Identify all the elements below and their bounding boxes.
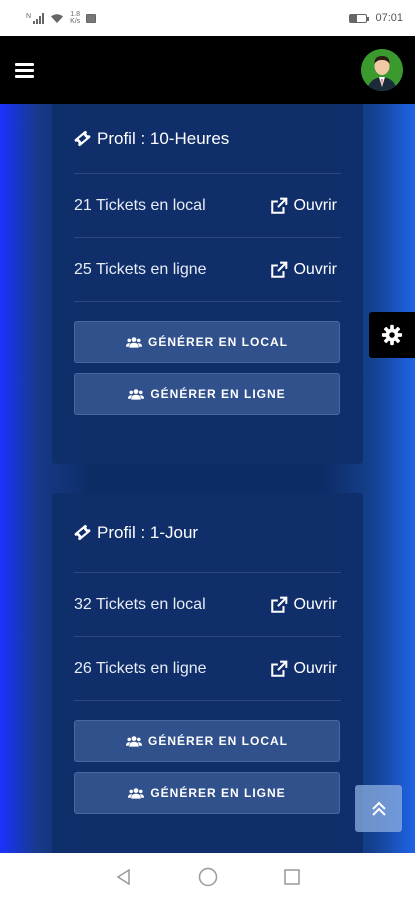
card-title: Profil : 1-Jour	[74, 493, 341, 573]
card-title: Profil : 10-Heures	[74, 104, 341, 174]
open-online-link[interactable]: Ouvrir	[270, 261, 337, 279]
open-local-link[interactable]: Ouvrir	[270, 197, 337, 215]
circle-home-icon[interactable]	[198, 867, 218, 887]
sim-icon	[86, 13, 97, 23]
avatar[interactable]	[361, 49, 403, 91]
users-icon	[128, 788, 145, 799]
status-bar: N 1.8 K/s 07:01	[0, 0, 415, 36]
signal-icon	[33, 12, 45, 24]
battery-icon	[349, 13, 370, 23]
scroll-top-button[interactable]	[355, 785, 402, 832]
system-nav-bar	[0, 853, 415, 900]
local-tickets-row: 32 Tickets en local Ouvrir	[74, 573, 341, 637]
generate-online-button[interactable]: GÉNÉRER EN LIGNE	[74, 772, 340, 814]
open-label: Ouvrir	[293, 595, 337, 613]
profile-title: Profil : 1-Jour	[97, 522, 199, 542]
generate-local-button[interactable]: GÉNÉRER EN LOCAL	[74, 720, 340, 762]
external-link-icon	[271, 660, 288, 677]
app-header	[0, 36, 415, 104]
speed-value: 1.8	[70, 11, 80, 18]
local-tickets-row: 21 Tickets en local Ouvrir	[74, 174, 341, 238]
users-icon	[128, 389, 145, 400]
status-right: 07:01	[349, 12, 403, 24]
open-label: Ouvrir	[293, 659, 337, 677]
external-link-icon	[271, 197, 288, 214]
settings-button[interactable]	[369, 312, 415, 358]
open-local-link[interactable]: Ouvrir	[270, 596, 337, 614]
profile-title: Profil : 10-Heures	[97, 128, 230, 148]
online-tickets-row: 25 Tickets en ligne Ouvrir	[74, 238, 341, 302]
local-tickets-count: 21 Tickets en local	[74, 196, 206, 214]
profile-card: Profil : 10-Heures 21 Tickets en local O…	[52, 104, 363, 464]
network-type: N	[26, 13, 32, 20]
online-tickets-count: 26 Tickets en ligne	[74, 659, 207, 677]
double-chevron-up-icon	[371, 801, 386, 816]
clock: 07:01	[375, 12, 403, 24]
generate-local-label: GÉNÉRER EN LOCAL	[147, 734, 288, 748]
generate-online-button[interactable]: GÉNÉRER EN LIGNE	[74, 373, 340, 415]
users-icon	[125, 337, 142, 348]
wifi-icon	[51, 13, 64, 23]
online-tickets-count: 25 Tickets en ligne	[74, 260, 207, 278]
status-left: N 1.8 K/s	[26, 11, 97, 25]
external-link-icon	[271, 261, 288, 278]
ticket-icon	[74, 524, 91, 541]
generate-local-button[interactable]: GÉNÉRER EN LOCAL	[74, 321, 340, 363]
speed-unit: K/s	[70, 18, 81, 25]
user-avatar-icon	[361, 49, 403, 91]
network-speed: 1.8 K/s	[70, 11, 80, 25]
generate-online-label: GÉNÉRER EN LIGNE	[150, 387, 286, 401]
square-recents-icon[interactable]	[283, 868, 301, 886]
ticket-icon	[74, 130, 91, 147]
generate-local-label: GÉNÉRER EN LOCAL	[147, 335, 288, 349]
hamburger-icon[interactable]	[15, 62, 34, 78]
triangle-back-icon[interactable]	[115, 868, 133, 886]
users-icon	[125, 736, 142, 747]
external-link-icon	[271, 596, 288, 613]
content-area: Profil : 10-Heures 21 Tickets en local O…	[0, 104, 415, 853]
open-label: Ouvrir	[293, 260, 337, 278]
gear-icon	[381, 324, 403, 346]
local-tickets-count: 32 Tickets en local	[74, 595, 206, 613]
profile-card: Profil : 1-Jour 32 Tickets en local Ouvr…	[52, 493, 363, 853]
open-online-link[interactable]: Ouvrir	[270, 660, 337, 678]
generate-online-label: GÉNÉRER EN LIGNE	[150, 786, 286, 800]
open-label: Ouvrir	[293, 196, 337, 214]
online-tickets-row: 26 Tickets en ligne Ouvrir	[74, 637, 341, 701]
